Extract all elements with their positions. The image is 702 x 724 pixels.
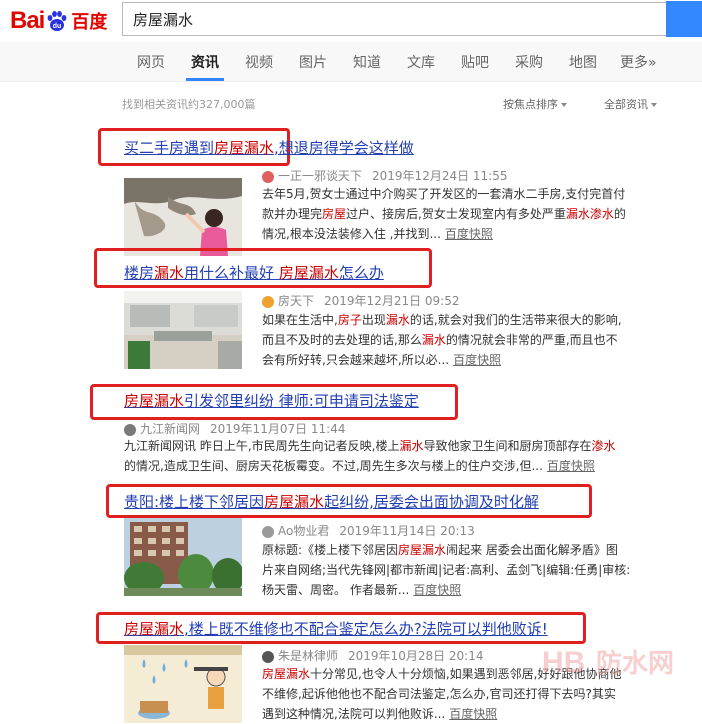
sort-dropdown[interactable]: 按焦点排序 — [503, 96, 567, 112]
result-source[interactable]: 朱是林律师 — [278, 649, 338, 663]
source-icon — [262, 525, 274, 538]
result-time: 2019年11月14日 20:13 — [339, 524, 475, 538]
result-source[interactable]: Ao物业君 — [278, 524, 329, 538]
search-button[interactable] — [666, 1, 702, 37]
baidu-logo[interactable]: Bai du 百度 — [10, 6, 107, 36]
result-meta: Ao物业君 2019年11月14日 20:13 — [262, 522, 475, 539]
result-thumbnail[interactable] — [124, 518, 242, 596]
range-label: 全部资讯 — [604, 98, 648, 111]
result-source[interactable]: 房天下 — [278, 294, 314, 308]
residential-building-image — [124, 518, 242, 596]
kitchen-image — [124, 291, 242, 369]
tab-map[interactable]: 地图 — [569, 52, 597, 72]
result-meta: 朱是林律师 2019年10月28日 20:14 — [262, 647, 484, 664]
tab-video[interactable]: 视频 — [245, 52, 273, 72]
result-title[interactable]: 贵阳:楼上楼下邻居因房屋漏水起纠纷,居委会出面协调及时化解 — [124, 491, 539, 512]
ceiling-leak-cartoon-image — [124, 645, 242, 723]
snapshot-link[interactable]: 百度快照 — [547, 459, 595, 473]
result-abstract: 去年5月,贺女士通过中介购买了开发区的一套清水二手房,支付完首付 款并办理完房屋… — [262, 187, 626, 241]
result-title[interactable]: 楼房漏水用什么补最好 房屋漏水怎么办 — [124, 262, 384, 283]
tab-zhidao[interactable]: 知道 — [353, 52, 381, 72]
logo-text: Bai — [10, 7, 45, 34]
tab-news[interactable]: 资讯 — [191, 52, 219, 72]
sort-label: 按焦点排序 — [503, 98, 558, 111]
watermark-cn: 防水网 — [596, 649, 674, 679]
result-source[interactable]: 九江新闻网 — [140, 422, 200, 436]
result-abstract: 如果在生活中,房子出现漏水的话,就会对我们的生活带来很大的影响, 而且不及时的去… — [262, 313, 622, 367]
tab-caigou[interactable]: 采购 — [515, 52, 543, 72]
snapshot-link[interactable]: 百度快照 — [449, 707, 497, 721]
search-input[interactable]: 房屋漏水 — [122, 2, 668, 36]
snapshot-link[interactable]: 百度快照 — [445, 227, 493, 241]
result-source[interactable]: 一正一邪谈天下 — [278, 169, 362, 183]
tab-web[interactable]: 网页 — [137, 52, 165, 72]
result-meta: 房天下 2019年12月21日 09:52 — [262, 292, 460, 309]
caret-down-icon — [651, 103, 657, 107]
source-icon — [262, 650, 274, 663]
source-icon — [262, 295, 274, 308]
result-abstract: 原标题:《楼上楼下邻居因房屋漏水闹起来 居委会出面化解矛盾》图 片来自网络;当代… — [262, 543, 631, 597]
paw-icon: du — [47, 11, 67, 31]
result-time: 2019年12月21日 09:52 — [324, 294, 460, 308]
result-abstract: 九江新闻网讯 昨日上午,市民周先生向记者反映,楼上漏水导致他家卫生间和厨房顶部存… — [124, 439, 616, 473]
result-meta: 九江新闻网 2019年11月07日 11:44 — [124, 420, 346, 437]
caret-down-icon — [561, 103, 567, 107]
tab-tieba[interactable]: 贴吧 — [461, 52, 489, 72]
tab-images[interactable]: 图片 — [299, 52, 327, 72]
result-title[interactable]: 房屋漏水引发邻里纠纷 律师:可申请司法鉴定 — [124, 390, 419, 411]
tab-more[interactable]: 更多» — [620, 52, 657, 72]
range-dropdown[interactable]: 全部资讯 — [604, 96, 657, 112]
site-watermark: HB 防水网 — [542, 646, 674, 679]
watermark-latin: HB — [542, 646, 585, 679]
header: Bai du 百度 房屋漏水 — [0, 0, 702, 42]
active-tab-indicator — [186, 78, 224, 81]
result-time: 2019年11月07日 11:44 — [210, 422, 346, 436]
result-thumbnail[interactable] — [124, 178, 242, 256]
result-thumbnail[interactable] — [124, 291, 242, 369]
source-icon — [262, 170, 274, 183]
source-icon — [124, 423, 136, 436]
result-meta: 一正一邪谈天下 2019年12月24日 11:55 — [262, 167, 508, 184]
snapshot-link[interactable]: 百度快照 — [453, 353, 501, 367]
result-thumbnail[interactable] — [124, 645, 242, 723]
wall-damage-image — [124, 178, 242, 256]
svg-text:du: du — [53, 23, 62, 30]
result-time: 2019年12月24日 11:55 — [372, 169, 508, 183]
result-count: 找到相关资讯约327,000篇 — [122, 98, 256, 111]
snapshot-link[interactable]: 百度快照 — [413, 583, 461, 597]
result-title[interactable]: 买二手房遇到房屋漏水,想退房得学会这样做 — [124, 137, 414, 158]
result-time: 2019年10月28日 20:14 — [348, 649, 484, 663]
result-title[interactable]: 房屋漏水,楼上既不维修也不配合鉴定怎么办?法院可以判他败诉! — [124, 618, 548, 639]
tab-wenku[interactable]: 文库 — [407, 52, 435, 72]
logo-cn-text: 百度 — [71, 12, 108, 33]
search-tabs: 网页 资讯 视频 图片 知道 文库 贴吧 采购 地图 更多» — [0, 42, 702, 82]
